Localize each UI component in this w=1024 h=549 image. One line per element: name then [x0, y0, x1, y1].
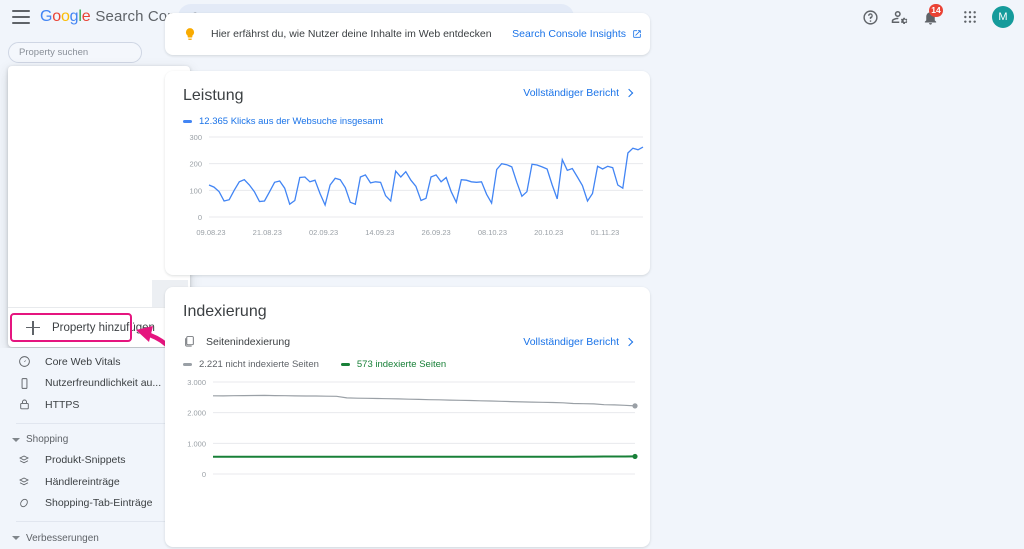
performance-card-header: Leistung Vollständiger Bericht [165, 71, 650, 105]
insights-link-label: Search Console Insights [512, 28, 626, 40]
sidebar-item-https[interactable]: HTTPS [0, 394, 190, 416]
indexing-card-header: Indexierung [165, 287, 650, 321]
legend-not-indexed[interactable]: 2.221 nicht indexierte Seiten [183, 359, 319, 370]
open-in-new-icon [632, 29, 642, 39]
sidebar-item-label: HTTPS [45, 398, 80, 411]
sidebar-item-product-snippets[interactable]: Produkt-Snippets [0, 450, 190, 472]
add-property-label: Property hinzufügen [52, 321, 155, 334]
sidebar-item-label: Produkt-Snippets [45, 454, 126, 467]
sidebar-navigation: Core Web Vitals Nutzerfreundlichkeit au.… [0, 348, 190, 549]
legend-clicks[interactable]: 12.365 Klicks aus der Websuche insgesamt [183, 116, 383, 127]
search-console-page: Google Search Console 14 M Property such… [0, 0, 1024, 549]
sidebar-item-merchant-listings[interactable]: Händlereinträge [0, 471, 190, 493]
svg-text:2.000: 2.000 [187, 409, 206, 418]
svg-text:0: 0 [198, 213, 202, 222]
indexing-full-report-link[interactable]: Vollständiger Bericht [523, 335, 634, 348]
sidebar-item-label: Shopping-Tab-Einträge [45, 497, 153, 510]
page-indexing-label: Seitenindexierung [206, 335, 291, 348]
apps-grid-icon[interactable] [956, 3, 984, 31]
legend-color-swatch [340, 363, 350, 366]
performance-full-report-link[interactable]: Vollständiger Bericht [523, 87, 634, 99]
search-console-insights-link[interactable]: Search Console Insights [512, 28, 642, 40]
svg-text:08.10.23: 08.10.23 [478, 228, 507, 237]
sidebar-item-core-web-vitals[interactable]: Core Web Vitals [0, 351, 190, 373]
help-circle-icon[interactable] [856, 3, 884, 31]
svg-text:02.09.23: 02.09.23 [309, 228, 338, 237]
chevron-down-icon [12, 536, 20, 540]
svg-text:26.09.23: 26.09.23 [422, 228, 451, 237]
mobile-device-icon [16, 377, 32, 390]
performance-title: Leistung [183, 87, 244, 104]
sidebar-item-shopping-tab-listings[interactable]: Shopping-Tab-Einträge [0, 493, 190, 515]
indexing-subheader: Seitenindexierung Vollständiger Bericht [165, 335, 650, 348]
full-report-label: Vollständiger Bericht [523, 87, 619, 99]
sidebar-group-enhancements[interactable]: Verbesserungen [0, 528, 190, 548]
sidebar-divider [16, 521, 178, 522]
legend-label: 573 indexierte Seiten [356, 359, 447, 370]
sidebar-group-shopping[interactable]: Shopping [0, 430, 190, 450]
sidebar-item-label: Händlereinträge [45, 475, 120, 488]
product-snippet-icon [16, 454, 32, 466]
plus-icon [26, 320, 40, 335]
sidebar-item-label: Core Web Vitals [45, 355, 121, 368]
performance-line-chart: 300 200 100 0 09.08.23 21.08.23 02.09.23 14.09.… [189, 133, 644, 237]
chevron-down-icon [12, 437, 20, 442]
lock-icon [16, 398, 32, 411]
svg-text:20.10.23: 20.10.23 [534, 228, 563, 237]
chevron-right-icon [624, 88, 634, 98]
hamburger-menu-icon[interactable] [12, 10, 30, 24]
legend-color-swatch [183, 120, 192, 123]
sidebar-item-label: Nutzerfreundlichkeit au... [45, 377, 162, 390]
indexing-line-chart: 3.000 2.000 1.000 0 [187, 378, 638, 479]
svg-text:100: 100 [189, 186, 202, 195]
svg-text:21.08.23: 21.08.23 [253, 228, 282, 237]
add-property-button[interactable]: Property hinzufügen [8, 308, 190, 347]
property-search-input[interactable]: Property suchen [8, 42, 142, 63]
merchant-listing-icon [16, 476, 32, 488]
top-bar-icons: 14 M [856, 0, 1014, 34]
performance-legend: 12.365 Klicks aus der Websuche insgesamt [165, 116, 650, 127]
shopping-tab-icon [16, 497, 32, 509]
property-dropdown-panel: Property hinzufügen [8, 66, 190, 347]
page-indexing-row[interactable]: Seitenindexierung [183, 335, 290, 348]
avatar[interactable]: M [992, 6, 1014, 28]
indexing-title: Indexierung [183, 303, 267, 320]
lightbulb-icon [183, 27, 197, 41]
svg-text:200: 200 [189, 160, 202, 169]
insights-banner-text: Hier erfährst du, wie Nutzer deine Inhal… [211, 28, 492, 40]
manage-accounts-icon[interactable] [886, 3, 914, 31]
sidebar-group-label: Verbesserungen [26, 532, 99, 544]
indexing-card: Indexierung Seitenindexierung Vollständi… [165, 287, 650, 547]
pages-icon [183, 335, 196, 348]
indexing-legend: 2.221 nicht indexierte Seiten 573 indexi… [165, 359, 650, 370]
legend-label: 12.365 Klicks aus der Websuche insgesamt [199, 116, 384, 127]
legend-label: 2.221 nicht indexierte Seiten [199, 359, 319, 370]
svg-text:300: 300 [189, 133, 202, 142]
chevron-right-icon [624, 337, 634, 346]
notifications-badge: 14 [929, 4, 943, 17]
legend-color-swatch [183, 363, 192, 366]
legend-indexed[interactable]: 573 indexierte Seiten [340, 359, 447, 370]
notifications-bell-icon[interactable]: 14 [916, 3, 944, 31]
svg-text:1.000: 1.000 [187, 439, 206, 448]
svg-text:09.08.23: 09.08.23 [196, 228, 225, 237]
property-search-placeholder: Property suchen [19, 47, 89, 58]
svg-text:14.09.23: 14.09.23 [365, 228, 394, 237]
insights-banner: Hier erfährst du, wie Nutzer deine Inhal… [165, 13, 650, 55]
svg-text:01.11.23: 01.11.23 [591, 228, 620, 237]
google-logo: Google [40, 8, 91, 25]
svg-text:0: 0 [202, 470, 206, 479]
performance-card: Leistung Vollständiger Bericht 12.365 Kl… [165, 71, 650, 275]
sidebar-item-mobile-usability[interactable]: Nutzerfreundlichkeit au... [0, 373, 190, 395]
sidebar-group-label: Shopping [26, 434, 69, 445]
svg-text:3.000: 3.000 [187, 378, 206, 387]
speedometer-icon [16, 355, 32, 368]
full-report-label: Vollständiger Bericht [523, 335, 619, 348]
sidebar-divider [16, 422, 178, 424]
